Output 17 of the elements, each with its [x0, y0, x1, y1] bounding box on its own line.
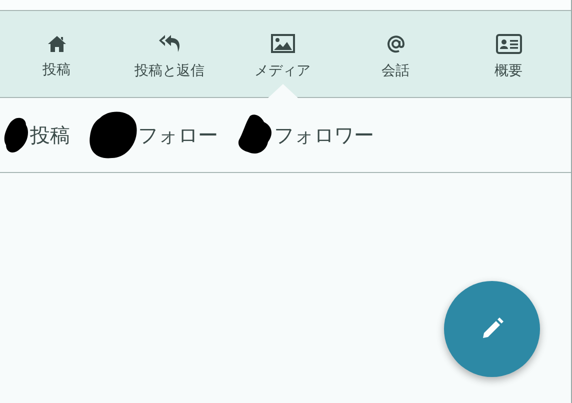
redaction-mark [4, 115, 30, 155]
stat-label[interactable]: 投稿 [30, 122, 70, 148]
tab[interactable]: 会話 [339, 11, 452, 97]
stat-label[interactable]: フォロワー [274, 122, 374, 148]
tab[interactable]: 概要 [452, 11, 565, 97]
tab[interactable]: 投稿 [0, 11, 113, 97]
id-card-icon [496, 34, 522, 54]
tab[interactable]: 投稿と返信 [113, 11, 226, 97]
pencil-icon [480, 317, 504, 341]
at-icon [386, 34, 406, 54]
stat-label[interactable]: フォロー [138, 122, 218, 148]
tab[interactable]: メディア [226, 11, 339, 97]
image-icon [270, 34, 294, 54]
redaction-mark [88, 110, 138, 160]
reply-all-icon [158, 34, 182, 54]
compose-button[interactable] [444, 281, 540, 377]
home-icon [46, 35, 66, 53]
